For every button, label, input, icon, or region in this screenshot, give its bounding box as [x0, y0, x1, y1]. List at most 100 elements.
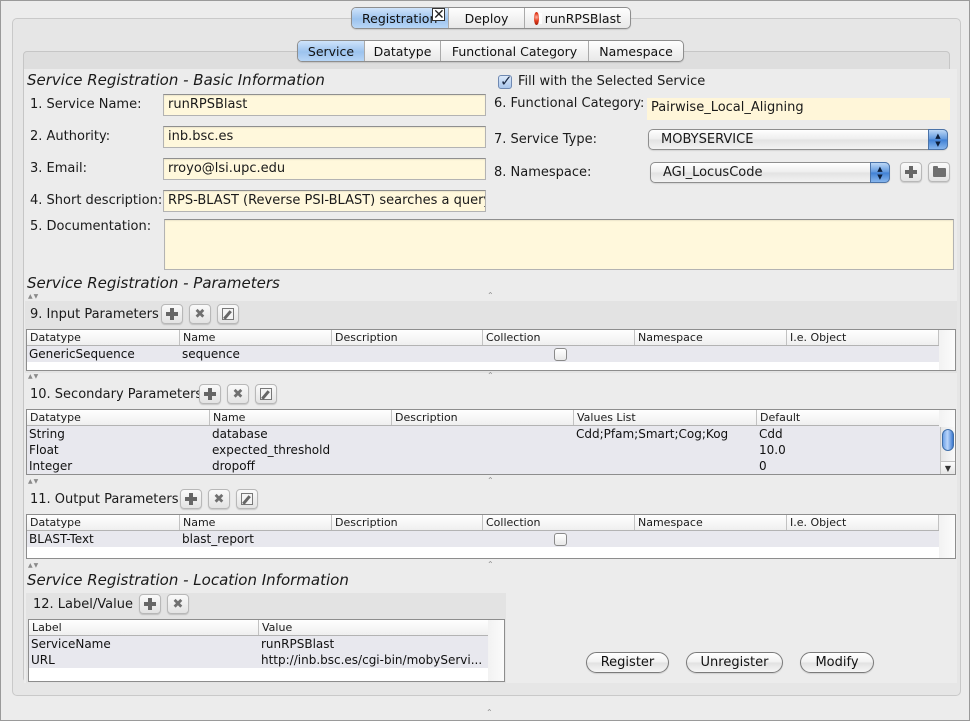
remove-label-value-button[interactable]: ✖: [167, 594, 189, 614]
service-type-value: MOBYSERVICE: [661, 132, 754, 147]
table-row[interactable]: GenericSequence sequence: [27, 346, 941, 362]
remove-input-param-button[interactable]: ✖: [189, 304, 211, 324]
cell-values: [574, 442, 757, 458]
cell-value: http://inb.bsc.es/cgi-bin/mobyServi...: [261, 653, 483, 667]
column-header[interactable]: I.e. Object: [787, 515, 939, 530]
table-row[interactable]: Integer dropoff 0: [27, 458, 940, 474]
cell-namespace: [635, 346, 787, 362]
x-icon: ✖: [172, 596, 184, 612]
cell-datatype: String: [29, 427, 65, 441]
column-header[interactable]: Values List: [574, 410, 757, 425]
column-header[interactable]: Name: [180, 515, 332, 530]
column-header[interactable]: Description: [332, 515, 483, 530]
short-description-field[interactable]: RPS-BLAST (Reverse PSI-BLAST) searches a…: [163, 190, 486, 212]
add-namespace-button[interactable]: [900, 162, 922, 182]
collection-checkbox[interactable]: [553, 532, 567, 546]
namespace-select[interactable]: AGI_LocusCode ▲ ▼: [650, 162, 890, 183]
register-button[interactable]: Register: [586, 652, 669, 673]
column-header[interactable]: Datatype: [27, 410, 210, 425]
label-value-table: Label Value ServiceName runRPSBlast URL …: [28, 619, 505, 682]
split-handle-icon[interactable]: ⌃: [487, 476, 494, 485]
tab-deploy[interactable]: Deploy: [449, 8, 525, 28]
column-header[interactable]: Namespace: [635, 330, 787, 345]
x-icon: ✖: [232, 386, 244, 402]
parameters-title: Service Registration - Parameters: [27, 274, 280, 292]
tab-functional-category[interactable]: Functional Category: [441, 41, 589, 61]
table-row[interactable]: Float expected_threshold 10.0: [27, 442, 940, 458]
column-header[interactable]: Label: [29, 620, 259, 635]
documentation-textarea[interactable]: [164, 219, 954, 270]
column-header[interactable]: Datatype: [27, 330, 180, 345]
label-value-label: 12. Label/Value: [33, 597, 133, 612]
close-tab-icon[interactable]: ✕: [432, 8, 445, 22]
sub-tab-bar: Service Datatype Functional Category Nam…: [297, 40, 684, 62]
split-arrows-icon[interactable]: ▲▼: [28, 293, 39, 300]
column-header[interactable]: Namespace: [635, 515, 787, 530]
cell-description: [332, 531, 483, 547]
secondary-params-table: Datatype Name Description Values List De…: [26, 409, 956, 475]
column-header[interactable]: Collection: [483, 515, 635, 530]
documentation-label: 5. Documentation:: [30, 219, 152, 234]
column-header[interactable]: Description: [332, 330, 483, 345]
column-header[interactable]: Name: [180, 330, 332, 345]
split-handle-icon[interactable]: ⌃: [486, 708, 493, 717]
tab-datatype[interactable]: Datatype: [365, 41, 441, 61]
split-arrows-icon[interactable]: ▲▼: [28, 478, 39, 485]
cell-datatype: BLAST-Text: [29, 532, 94, 546]
add-label-value-button[interactable]: [139, 594, 161, 614]
fill-selected-checkbox[interactable]: ✓: [498, 72, 513, 90]
split-handle-icon[interactable]: ⌃: [487, 560, 494, 569]
column-header[interactable]: Collection: [483, 330, 635, 345]
cell-datatype: Float: [29, 443, 59, 457]
column-header[interactable]: I.e. Object: [787, 330, 939, 345]
service-type-select[interactable]: MOBYSERVICE ▲ ▼: [648, 129, 948, 150]
column-header[interactable]: Name: [210, 410, 392, 425]
column-header[interactable]: Value: [259, 620, 489, 635]
table-row[interactable]: ServiceName runRPSBlast: [29, 636, 489, 652]
split-handle-icon[interactable]: ⌃: [487, 371, 494, 380]
cell-name: database: [212, 427, 268, 441]
browse-namespace-button[interactable]: [928, 162, 950, 182]
split-arrows-icon[interactable]: ▲▼: [28, 562, 39, 569]
tab-runrpsblast[interactable]: runRPSBlast: [525, 8, 630, 28]
plus-icon: [204, 388, 216, 400]
functional-category-field[interactable]: Pairwise_Local_Aligning: [647, 98, 950, 120]
add-input-param-button[interactable]: [161, 304, 183, 324]
table-row[interactable]: URL http://inb.bsc.es/cgi-bin/mobyServi.…: [29, 652, 489, 668]
cell-object: [787, 346, 939, 362]
cell-label: URL: [31, 653, 55, 667]
unregister-button[interactable]: Unregister: [686, 652, 783, 673]
tab-namespace[interactable]: Namespace: [589, 41, 683, 61]
vertical-scrollbar[interactable]: ▼: [940, 427, 955, 474]
remove-secondary-param-button[interactable]: ✖: [227, 384, 249, 404]
add-secondary-param-button[interactable]: [199, 384, 221, 404]
remove-output-param-button[interactable]: ✖: [208, 489, 230, 509]
edit-secondary-param-button[interactable]: [255, 384, 277, 404]
input-params-label: 9. Input Parameters: [30, 307, 159, 322]
table-row[interactable]: BLAST-Text blast_report: [27, 531, 941, 547]
tab-service[interactable]: Service: [298, 41, 365, 61]
scroll-down-arrow-icon[interactable]: ▼: [941, 461, 955, 474]
edit-output-param-button[interactable]: [236, 489, 258, 509]
add-output-param-button[interactable]: [180, 489, 202, 509]
email-field[interactable]: rroyo@lsi.upc.edu: [163, 158, 486, 180]
column-header[interactable]: Datatype: [27, 515, 180, 530]
modify-button[interactable]: Modify: [800, 652, 874, 673]
authority-field[interactable]: inb.bsc.es: [163, 126, 486, 148]
plus-icon: [905, 166, 917, 178]
fill-selected-label: Fill with the Selected Service: [518, 74, 706, 89]
split-handle-icon[interactable]: ⌃: [487, 291, 494, 300]
split-arrows-icon[interactable]: ▲▼: [28, 373, 39, 380]
scrollbar-thumb[interactable]: [942, 429, 954, 451]
cell-default: Cdd: [759, 427, 783, 441]
column-header[interactable]: Default: [757, 410, 940, 425]
updown-arrows-icon: ▲ ▼: [928, 129, 948, 150]
service-name-field[interactable]: runRPSBlast: [163, 94, 486, 116]
output-params-table: Datatype Name Description Collection Nam…: [26, 514, 956, 559]
updown-arrows-icon: ▲ ▼: [870, 162, 890, 183]
column-header[interactable]: Description: [392, 410, 574, 425]
edit-input-param-button[interactable]: [217, 304, 239, 324]
table-header: Datatype Name Description Values List De…: [27, 410, 955, 426]
table-row[interactable]: String database Cdd;Pfam;Smart;Cog;Kog C…: [27, 426, 940, 442]
collection-checkbox[interactable]: [553, 347, 567, 361]
